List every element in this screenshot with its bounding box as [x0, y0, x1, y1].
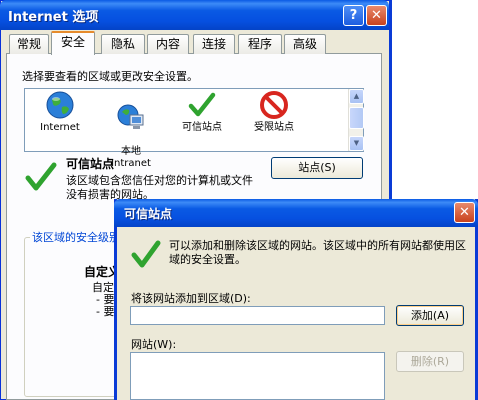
scrollbar-thumb[interactable] [349, 107, 364, 129]
scroll-down-arrow-icon[interactable]: ▼ [349, 136, 364, 151]
tab-programs[interactable]: 程序 [238, 34, 282, 54]
zone-list-scrollbar[interactable]: ▲ ▼ [348, 89, 364, 151]
add-button[interactable]: 添加(A) [396, 305, 464, 326]
zone-label: 可信站点 [182, 122, 222, 133]
tab-security[interactable]: 安全 [51, 31, 95, 55]
dialog-check-icon [130, 238, 162, 273]
websites-list[interactable] [130, 352, 385, 400]
dialog-close-button[interactable]: ✕ [454, 202, 475, 223]
tab-content[interactable]: 内容 [147, 34, 189, 54]
zone-label: Internet [40, 122, 80, 133]
close-button[interactable]: ✕ [366, 5, 387, 26]
zone-trusted-sites[interactable]: 可信站点 [173, 90, 231, 134]
zone-prompt: 选择要查看的区域或更改安全设置。 [22, 70, 198, 83]
window-title: Internet 选项 [8, 10, 99, 25]
add-site-label: 将该网站添加到区域(D): [131, 292, 251, 305]
sites-button[interactable]: 站点(S) [271, 157, 363, 179]
restricted-icon [260, 91, 288, 119]
scroll-up-arrow-icon[interactable]: ▲ [349, 89, 364, 104]
remove-button: 删除(R) [396, 351, 464, 372]
tab-advanced[interactable]: 高级 [284, 34, 326, 54]
zone-heading: 可信站点 [66, 157, 115, 171]
zone-label: 受限站点 [254, 122, 294, 133]
globe-icon [46, 91, 74, 119]
dialog-title: 可信站点 [124, 207, 173, 221]
websites-label: 网站(W): [131, 338, 177, 351]
help-button[interactable]: ? [343, 5, 364, 26]
custom-level-line: - 要 [96, 305, 115, 318]
zone-description: 该区域包含您信任对您的计算机或文件没有损害的网站。 [66, 174, 253, 201]
zone-restricted-sites[interactable]: 受限站点 [245, 90, 303, 134]
zone-check-icon [24, 160, 58, 197]
tab-general[interactable]: 常规 [9, 34, 49, 54]
security-level-group-label: 该区域的安全级别 [30, 229, 122, 245]
add-site-input[interactable] [130, 306, 385, 325]
tab-privacy[interactable]: 隐私 [101, 34, 145, 54]
zone-label: 本地 Intranet [111, 146, 151, 169]
intranet-icon [117, 104, 144, 129]
zone-internet[interactable]: Internet [31, 90, 89, 134]
check-icon [188, 92, 216, 117]
tab-connections[interactable]: 连接 [193, 34, 235, 54]
dialog-description: 可以添加和删除该区域的网站。该区域中的所有网站都使用区域的安全设置。 [169, 239, 466, 266]
